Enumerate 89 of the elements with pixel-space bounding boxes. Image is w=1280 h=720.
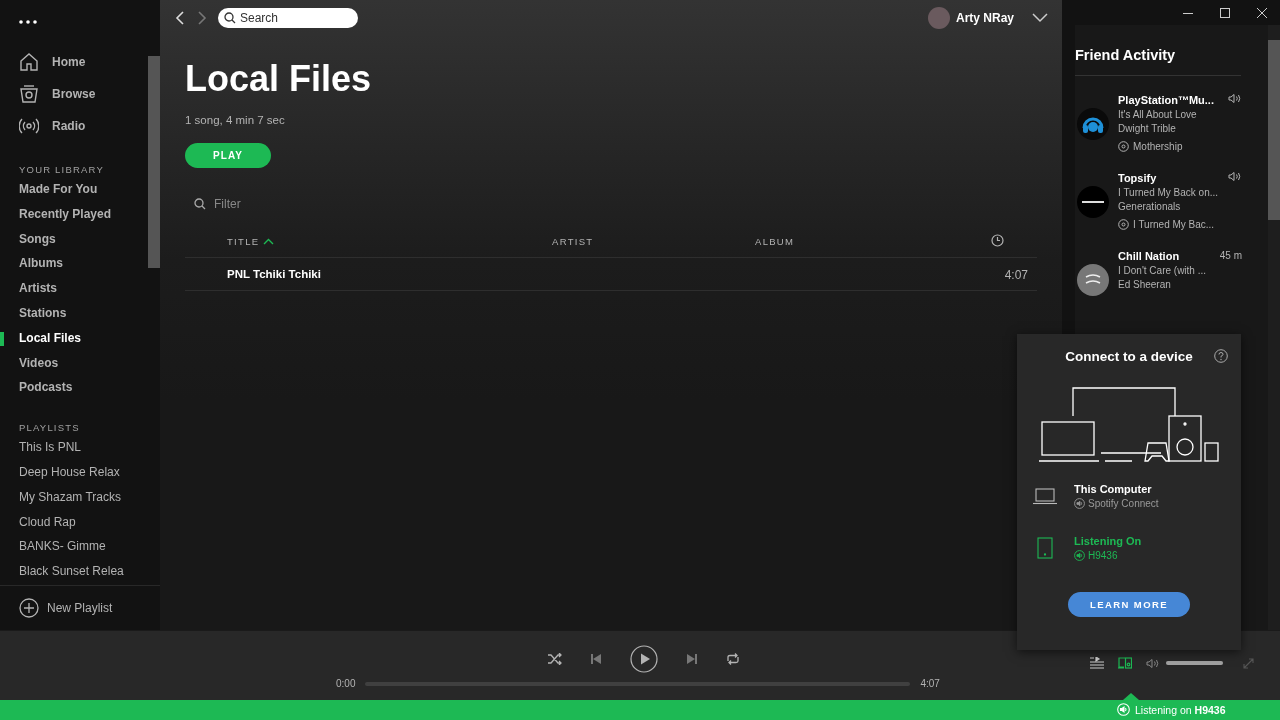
device-row[interactable]: This Computer Spotify Connect	[1017, 476, 1241, 516]
column-header[interactable]: TITLE	[227, 236, 275, 247]
artist-name[interactable]: Generationals	[1118, 200, 1255, 215]
next-icon[interactable]	[686, 653, 698, 665]
sidebar-item[interactable]: This Is PNL	[0, 435, 147, 460]
disc-icon	[1118, 141, 1129, 153]
scrollbar[interactable]	[1268, 25, 1280, 630]
track-row[interactable]: PNL Tchiki Tchiki 4:07	[185, 258, 1037, 291]
speaker-icon[interactable]	[1146, 657, 1160, 669]
maximize-icon[interactable]	[1219, 7, 1230, 18]
shuffle-icon[interactable]	[548, 653, 562, 665]
device-row[interactable]: Listening On H9436	[1017, 528, 1241, 568]
sidebar-item[interactable]: Artists	[0, 276, 147, 301]
track-name[interactable]: I Turned My Back on...	[1118, 185, 1255, 200]
sidebar-item[interactable]: Albums	[0, 251, 147, 277]
learn-more-button[interactable]: LEARN MORE	[1068, 592, 1190, 617]
track-title: PNL Tchiki Tchiki	[227, 268, 321, 280]
column-header[interactable]: ALBUM	[755, 236, 795, 247]
popup-title: Connect to a device	[1065, 348, 1193, 364]
total-time: 4:07	[920, 678, 940, 689]
user-name[interactable]: Arty NRay	[955, 11, 1014, 25]
sidebar-item[interactable]: Stations	[0, 301, 147, 326]
device-subtitle: H9436	[1088, 550, 1118, 561]
friend-name[interactable]: PlayStation™Mu...	[1118, 93, 1214, 108]
chevron-down-icon[interactable]	[1032, 13, 1048, 23]
search-icon	[224, 12, 236, 24]
sidebar-item[interactable]: Made For You	[0, 177, 147, 202]
context-name[interactable]: I Turned My Bac...	[1133, 217, 1215, 232]
disc-icon	[1118, 219, 1129, 231]
speaker-icon	[1228, 93, 1242, 104]
sidebar-item[interactable]: Videos	[0, 350, 147, 376]
logo-icon	[1077, 264, 1109, 296]
nav-item[interactable]: Browse	[0, 78, 147, 110]
elapsed-time: 0:00	[336, 678, 356, 689]
nav-item[interactable]: Radio	[0, 110, 147, 142]
radio-set-icon	[19, 84, 39, 104]
nav-item[interactable]: Home	[0, 46, 147, 78]
artist-name[interactable]: Dwight Trible	[1118, 122, 1255, 137]
sidebar-item[interactable]: Local Files	[0, 325, 147, 351]
device-name: This Computer	[1074, 483, 1153, 495]
clock-icon	[991, 234, 1004, 247]
laptop-icon	[1033, 487, 1057, 505]
speaker-icon	[1117, 703, 1130, 716]
artist-name[interactable]: Ed Sheeran	[1118, 278, 1255, 293]
activity-time: 45 m	[1219, 249, 1242, 263]
sidebar-item[interactable]: Cloud Rap	[0, 509, 147, 535]
speaker-icon	[1228, 171, 1242, 182]
headphones-logo-icon	[1077, 108, 1109, 140]
close-icon[interactable]	[1256, 7, 1267, 18]
speaker-icon	[1074, 498, 1085, 509]
sidebar-item[interactable]: BANKS- Gimme	[0, 534, 147, 560]
column-header[interactable]: ARTIST	[552, 236, 594, 247]
search-field[interactable]: Search	[218, 8, 358, 28]
track-name[interactable]: I Don't Care (with ...	[1118, 263, 1255, 278]
tablet-icon	[1037, 537, 1053, 559]
queue-icon[interactable]	[1090, 657, 1104, 669]
friend-name[interactable]: Topsify	[1118, 171, 1157, 186]
track-name[interactable]: It's All About Love	[1118, 107, 1255, 122]
sort-up-icon	[263, 238, 275, 245]
sidebar-item[interactable]: Podcasts	[0, 375, 147, 401]
play-icon[interactable]	[630, 645, 658, 673]
repeat-icon[interactable]	[726, 653, 740, 665]
logo-icon	[1077, 186, 1109, 218]
device-name: Listening On	[1074, 535, 1142, 547]
home-icon	[19, 52, 39, 72]
friend-name[interactable]: Chill Nation	[1118, 249, 1180, 264]
context-name[interactable]: Mothership	[1133, 139, 1183, 154]
devices-icon[interactable]	[1118, 657, 1132, 669]
more-icon[interactable]	[19, 20, 37, 24]
sidebar-item[interactable]: Recently Played	[0, 201, 147, 227]
page-summary: 1 song, 4 min 7 sec	[185, 114, 286, 126]
volume-slider[interactable]	[1166, 661, 1223, 665]
sidebar-item[interactable]: My Shazam Tracks	[0, 484, 147, 510]
panel-title: Friend Activity	[1075, 47, 1241, 76]
sidebar-item[interactable]: Black Sunset Relea	[0, 559, 147, 584]
search-icon	[194, 198, 206, 210]
sidebar-item[interactable]: Deep House Relax	[0, 459, 147, 485]
plus-circle-icon	[19, 598, 39, 618]
filter-field[interactable]: Filter	[185, 192, 405, 216]
sidebar-item[interactable]: Songs	[0, 226, 147, 252]
radio-waves-icon	[19, 116, 39, 136]
device-subtitle: Spotify Connect	[1088, 498, 1159, 509]
section-heading: PLAYLISTS	[18, 421, 81, 436]
page-title: Local Files	[185, 57, 373, 101]
help-icon[interactable]	[1214, 349, 1228, 363]
speaker-icon	[1074, 550, 1085, 561]
track-duration: 4:07	[1004, 268, 1028, 282]
previous-icon[interactable]	[590, 653, 602, 665]
section-heading: YOUR LIBRARY	[18, 163, 105, 177]
